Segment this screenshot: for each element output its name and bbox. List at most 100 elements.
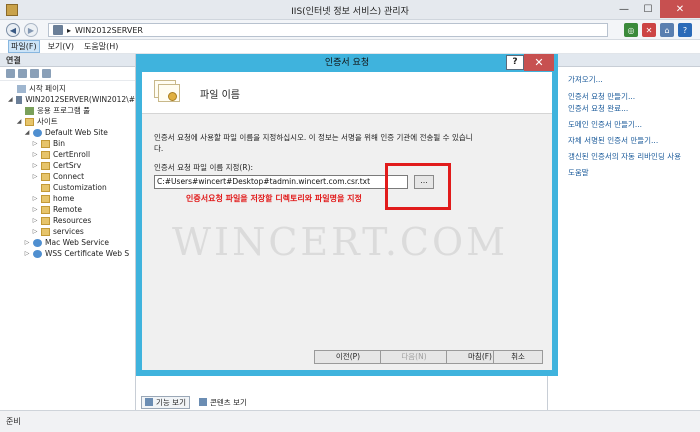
highlight-box (385, 163, 451, 210)
folder-icon (41, 205, 50, 214)
address-bar: ◀ ▶ ▸ WIN2012SERVER ◎ ✕ ⌂ ? (0, 20, 700, 40)
tree-item[interactable]: ▷ Bin (0, 138, 135, 149)
expand-icon[interactable]: ▷ (32, 217, 38, 224)
tree-item[interactable]: ▷ CertSrv (0, 160, 135, 171)
collapse-icon[interactable]: ◢ (8, 96, 13, 103)
maximize-icon[interactable]: ☐ (636, 0, 660, 18)
tree-item-label: services (53, 227, 84, 236)
tab-features-view[interactable]: 기능 보기 (141, 395, 190, 409)
tree-item-label: 사이트 (37, 117, 58, 126)
tree-item[interactable]: ▷ services (0, 226, 135, 237)
connect-server-icon[interactable] (42, 69, 51, 78)
tree-item[interactable]: ▷ CertEnroll (0, 149, 135, 160)
tree-item[interactable]: ▷ Remote (0, 204, 135, 215)
save-icon[interactable] (18, 69, 27, 78)
server-icon (15, 95, 23, 104)
tree-item[interactable]: ◢ 사이트 (0, 116, 135, 127)
tree-item-label: Default Web Site (45, 128, 108, 137)
filename-label: 인증서 요청 파일 이름 지정(R): (154, 163, 254, 172)
expand-icon[interactable]: ▷ (32, 206, 38, 213)
server-icon (53, 25, 63, 35)
annotation-text: 인증서요청 파일을 저장할 디렉토리와 파일명을 지정 (186, 194, 362, 203)
forward-button[interactable]: ▶ (24, 23, 38, 37)
refresh-icon[interactable]: ◎ (624, 23, 638, 37)
folder-icon (41, 183, 50, 192)
tab-features-label: 기능 보기 (156, 397, 186, 407)
close-window-icon[interactable]: ✕ (660, 0, 700, 18)
tree-item[interactable]: ◢ Default Web Site (0, 127, 135, 138)
tree-item-label: 응용 프로그램 풀 (37, 106, 91, 115)
expand-icon[interactable]: ▷ (32, 228, 38, 235)
tree-item[interactable]: Customization (0, 182, 135, 193)
connect-icon[interactable] (6, 69, 15, 78)
view-tabs: 기능 보기 콘텐츠 보기 (137, 395, 250, 409)
menu-file[interactable]: 파일(F) (8, 40, 40, 53)
folder-icon (41, 172, 50, 181)
folder-icon (41, 194, 50, 203)
expand-icon[interactable]: ▷ (24, 239, 30, 246)
expand-icon[interactable]: ▷ (32, 162, 38, 169)
back-button[interactable]: ◀ (6, 23, 20, 37)
tab-content-view[interactable]: 콘텐츠 보기 (196, 397, 250, 408)
folder-icon (41, 227, 50, 236)
window-title: IIS(인터넷 정보 서비스) 관리자 (291, 7, 409, 17)
filename-input[interactable]: C:#Users#wincert#Desktop#tadmin.wincert.… (154, 175, 408, 189)
expand-icon[interactable]: ▷ (32, 140, 38, 147)
action-create-request[interactable]: 인증서 요청 만들기... (568, 91, 635, 102)
home-icon[interactable]: ⌂ (660, 23, 674, 37)
action-domain-cert[interactable]: 도메인 인증서 만들기... (568, 119, 642, 130)
expand-icon[interactable]: ▷ (24, 250, 30, 257)
action-complete-request[interactable]: 인증서 요청 완료... (568, 103, 628, 114)
connections-title: 연결 (0, 54, 135, 67)
page-icon (17, 84, 26, 93)
stop-icon[interactable]: ✕ (642, 23, 656, 37)
minimize-icon[interactable]: — (612, 0, 636, 18)
menu-help[interactable]: 도움말(H) (82, 41, 120, 52)
connections-tree: 시작 페이지 ◢ WIN2012SERVER(WIN2012\# 응용 프로그램 풀 ◢… (0, 81, 135, 259)
cancel-button[interactable]: 취소 (493, 350, 543, 364)
tree-item[interactable]: ▷ Resources (0, 215, 135, 226)
tree-item[interactable]: ▷ WSS Certificate Web S (0, 248, 135, 259)
folder-icon (41, 139, 50, 148)
toolbar-icons: ◎ ✕ ⌂ ? (624, 23, 692, 37)
help-icon[interactable]: ? (678, 23, 692, 37)
expand-icon[interactable]: ▷ (32, 173, 38, 180)
tab-content-label: 콘텐츠 보기 (209, 397, 247, 407)
collapse-icon[interactable]: ◢ (16, 118, 22, 125)
expand-icon[interactable]: ▷ (32, 195, 38, 202)
path-segment[interactable]: WIN2012SERVER (75, 26, 143, 35)
menu-view[interactable]: 보기(V) (46, 41, 76, 52)
path-separator: ▸ (67, 25, 72, 35)
collapse-icon[interactable]: ◢ (24, 129, 30, 136)
prev-button[interactable]: 이전(P) (314, 350, 382, 364)
action-auto-rebind[interactable]: 갱신된 인증서의 자동 리바인딩 사용 (568, 151, 681, 162)
window-titlebar: IIS(인터넷 정보 서비스) 관리자 — ☐ ✕ (0, 0, 700, 20)
status-bar: 준비 (0, 410, 700, 432)
dialog-description: 인증서 요청에 사용할 파일 이름을 지정하십시오. 이 정보는 서명을 위해 … (154, 133, 473, 153)
action-import[interactable]: 가져오기... (568, 74, 603, 85)
tree-item-label: Remote (53, 205, 82, 214)
tree-item[interactable]: ◢ WIN2012SERVER(WIN2012\# (0, 94, 135, 105)
next-button[interactable]: 다음(N) (380, 350, 448, 364)
tree-item-label: Customization (53, 183, 107, 192)
up-icon[interactable] (30, 69, 39, 78)
tree-item[interactable]: ▷ Mac Web Service (0, 237, 135, 248)
tree-item-label: Resources (53, 216, 92, 225)
tree-item[interactable]: 응용 프로그램 풀 (0, 105, 135, 116)
tree-item[interactable]: 시작 페이지 (0, 83, 135, 94)
tree-item-label: home (53, 194, 75, 203)
tree-item[interactable]: ▷ Connect (0, 171, 135, 182)
tree-item-label: Bin (53, 139, 65, 148)
dialog-help-button[interactable]: ? (506, 55, 524, 70)
folder-icon (41, 150, 50, 159)
expand-icon[interactable]: ▷ (32, 151, 38, 158)
site-icon (33, 128, 42, 137)
address-path[interactable]: ▸ WIN2012SERVER (48, 23, 608, 37)
tree-item[interactable]: ▷ home (0, 193, 135, 204)
action-self-signed[interactable]: 자체 서명된 인증서 만들기... (568, 135, 658, 146)
tree-item-label: WIN2012SERVER(WIN2012\# (25, 95, 135, 104)
dialog-close-button[interactable]: ✕ (524, 54, 554, 71)
dialog-step-title: 파일 이름 (200, 90, 240, 101)
action-help[interactable]: 도움말 (568, 167, 589, 178)
tree-item-label: Mac Web Service (45, 238, 110, 247)
